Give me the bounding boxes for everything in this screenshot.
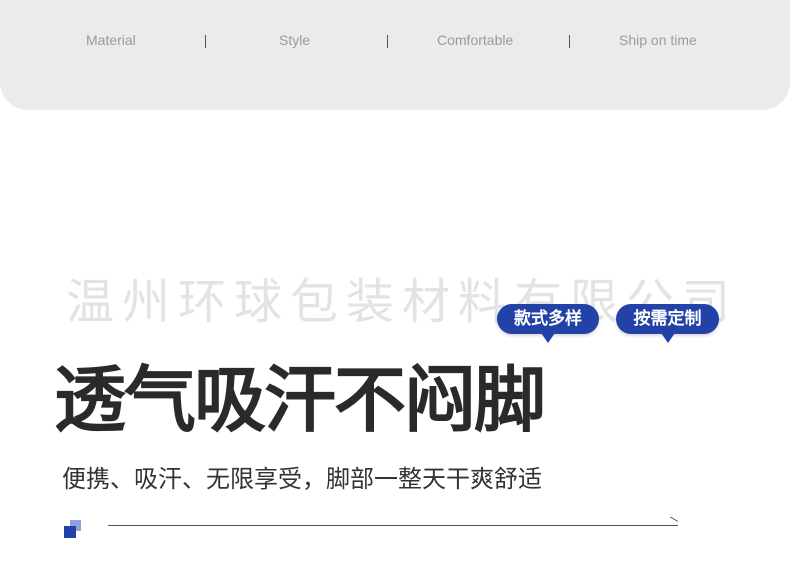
badge-custom-label: 按需定制 xyxy=(633,309,702,329)
decor-square-dark xyxy=(64,526,76,538)
top-feature-bar: Material Style Comfortable Ship on time xyxy=(0,0,790,110)
tab-divider xyxy=(205,35,206,48)
tab-style: Style xyxy=(279,32,311,48)
badge-custom: 按需定制 xyxy=(616,304,719,343)
tab-ship-on-time: Ship on time xyxy=(619,32,697,48)
badge-tail xyxy=(541,333,555,343)
tab-divider xyxy=(387,35,388,48)
tab-divider xyxy=(569,35,570,48)
divider-arrow-icon xyxy=(669,516,679,522)
main-headline: 透气吸汗不闷脚 xyxy=(54,358,546,442)
badge-styles: 款式多样 xyxy=(497,304,599,343)
badge-tail xyxy=(660,333,675,343)
badge-styles-label: 款式多样 xyxy=(514,309,582,329)
tab-material: Material xyxy=(86,32,136,48)
tab-comfortable: Comfortable xyxy=(437,32,514,48)
sub-headline: 便携、吸汗、无限享受，脚部一整天干爽舒适 xyxy=(62,465,542,493)
divider-line xyxy=(108,525,678,526)
